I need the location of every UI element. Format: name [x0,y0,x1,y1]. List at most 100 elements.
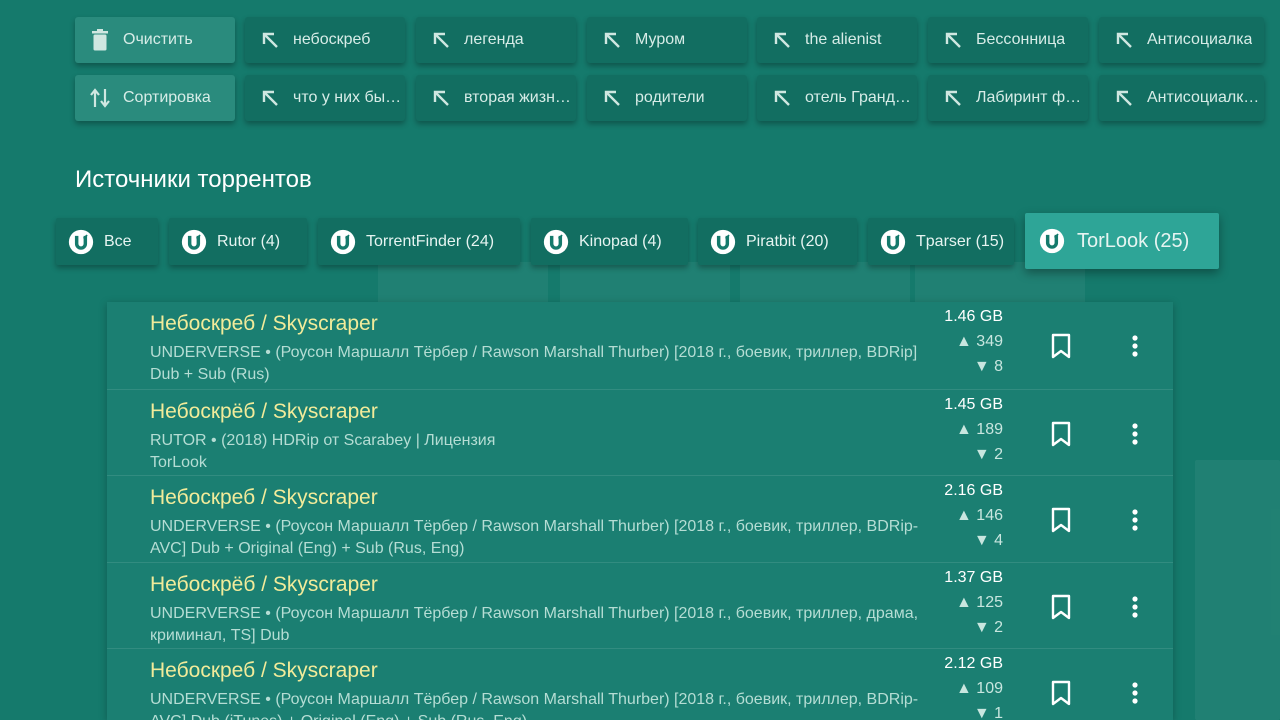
torrent-leechers: ▼ 2 [973,618,1003,636]
more-vert-icon[interactable] [1125,679,1145,707]
history-chip-label: Очистить [123,31,193,48]
torrent-description: UNDERVERSE • (Роусон Маршалл Тёрбер / Ra… [150,518,919,557]
backdrop-tile [1195,460,1280,720]
arrow-up-left-icon [1113,87,1135,109]
torrent-size: 2.16 GB [944,482,1003,499]
source-tab-1[interactable]: Rutor (4) [169,218,307,265]
arrow-up-left-icon [771,29,793,51]
utorrent-icon [710,229,736,255]
history-chip[interactable]: Муром [587,17,747,63]
sort-icon [89,87,111,109]
utorrent-icon [880,229,906,255]
arrow-up-left-icon [259,29,281,51]
torrent-description: UNDERVERSE • (Роусон Маршалл Тёрбер / Ra… [150,344,918,383]
arrow-up-left-icon [601,87,623,109]
backdrop-tile [740,262,910,304]
history-chip[interactable]: легенда [416,17,576,63]
arrow-up-left-icon [601,29,623,51]
history-chip-label: Муром [635,31,686,48]
results-list: Небоскреб / Skyscraper UNDERVERSE • (Роус… [107,302,1173,720]
source-tab-3[interactable]: Kinopad (4) [531,218,688,265]
torrent-row[interactable]: Небоскреб / Skyscraper UNDERVERSE • (Роус… [107,302,1173,388]
source-tab-4[interactable]: Piratbit (20) [698,218,857,265]
torrent-title: Небоскрёб / Skyscraper [150,572,378,596]
history-chip-label: Антисоциалк… [1147,89,1260,106]
more-vert-icon[interactable] [1125,593,1145,621]
torrent-description: UNDERVERSE • (Роусон Маршалл Тёрбер / Ra… [150,604,919,644]
source-tab-label: Tparser (15) [916,232,1005,250]
bookmark-icon[interactable] [1049,420,1073,448]
torrent-description: UNDERVERSE • (Роусон Маршалл Тёрбер / Ra… [150,691,919,720]
source-tab-label: TorLook (25) [1077,229,1190,252]
torrent-row[interactable]: Небоскреб / Skyscraper UNDERVERSE • (Роус… [107,475,1173,562]
backdrop-tile [378,262,548,304]
history-chip-label: Антисоциалка [1147,31,1253,48]
torrent-leechers: ▼ 1 [973,705,1003,720]
source-tab-label: TorrentFinder (24) [366,232,495,250]
source-tab-label: Rutor (4) [217,232,281,250]
bookmark-icon[interactable] [1049,679,1073,707]
torrent-row[interactable]: Небоскрёб / Skyscraper UNDERVERSE • (Роус… [107,561,1173,649]
history-chip[interactable]: отель Гранд… [757,75,917,121]
history-chip[interactable]: что у них бы… [245,75,405,121]
history-chip-label: что у них бы… [293,89,402,106]
arrow-up-left-icon [259,87,281,109]
torrent-seeders: ▲ 189 [956,420,1003,438]
history-chip-label: the alienist [805,31,882,48]
more-vert-icon[interactable] [1125,506,1145,534]
history-chip[interactable]: Бессонница [928,17,1088,63]
history-chip[interactable]: Антисоциалка [1099,17,1264,63]
source-tab-6[interactable]: TorLook (25) [1025,213,1219,269]
arrow-up-left-icon [942,29,964,51]
torrent-title: Небоскреб / Skyscraper [150,659,378,682]
arrow-up-left-icon [430,29,452,51]
history-chip-label: небоскреб [293,31,371,48]
history-chip-label: вторая жизн… [464,89,571,106]
torrent-seeders: ▲ 125 [956,593,1003,611]
bookmark-icon[interactable] [1049,332,1073,360]
history-chip[interactable]: Лабиринт фа… [928,75,1088,121]
more-vert-icon[interactable] [1125,420,1145,448]
torrent-leechers: ▼ 4 [973,532,1003,549]
torrent-title: Небоскреб / Skyscraper [150,312,378,335]
source-tab-label: Kinopad (4) [579,232,662,250]
history-chip[interactable]: небоскреб [245,17,405,63]
more-vert-icon[interactable] [1125,332,1145,360]
history-chip[interactable]: вторая жизн… [416,75,576,121]
bookmark-icon[interactable] [1049,506,1073,534]
history-chip-label: родители [635,89,705,106]
utorrent-icon [543,229,569,255]
source-tab-label: Piratbit (20) [746,232,829,250]
history-chip[interactable]: the alienist [757,17,917,63]
history-chip-label: Бессонница [976,31,1066,48]
torrent-row[interactable]: Небоскрёб / Skyscraper RUTOR • (2018) HDR… [107,388,1173,476]
utorrent-icon [181,229,207,255]
trash-icon [89,29,111,51]
torrent-description: RUTOR • (2018) HDRip от Scarabey | Лицен… [150,431,496,471]
history-chip[interactable]: Антисоциалк… [1099,75,1264,121]
torrent-seeders: ▲ 349 [956,333,1003,350]
torrent-title: Небоскрёб / Skyscraper [150,399,378,423]
source-tab-2[interactable]: TorrentFinder (24) [318,218,520,265]
arrow-up-left-icon [942,87,964,109]
torrent-seeders: ▲ 109 [956,680,1003,697]
source-tab-0[interactable]: Все [56,218,158,265]
torrent-row[interactable]: Небоскреб / Skyscraper UNDERVERSE • (Роус… [107,648,1173,720]
torrent-leechers: ▼ 8 [973,358,1003,375]
arrow-up-left-icon [771,87,793,109]
history-action-clear-button[interactable]: Очистить [75,17,235,63]
history-chip-label: Лабиринт фа… [976,89,1088,106]
arrow-up-left-icon [430,87,452,109]
torrent-size: 2.12 GB [944,655,1003,672]
bookmark-icon[interactable] [1049,593,1073,621]
arrow-up-left-icon [1113,29,1135,51]
utorrent-icon [330,229,356,255]
source-tab-5[interactable]: Tparser (15) [868,218,1014,265]
history-chip[interactable]: родители [587,75,747,121]
torrent-size: 1.45 GB [944,395,1003,413]
history-action-sort-button[interactable]: Сортировка [75,75,235,121]
torrent-size: 1.37 GB [944,568,1003,586]
torrent-leechers: ▼ 2 [973,445,1003,463]
backdrop-tile [560,262,730,304]
utorrent-icon [68,229,94,255]
